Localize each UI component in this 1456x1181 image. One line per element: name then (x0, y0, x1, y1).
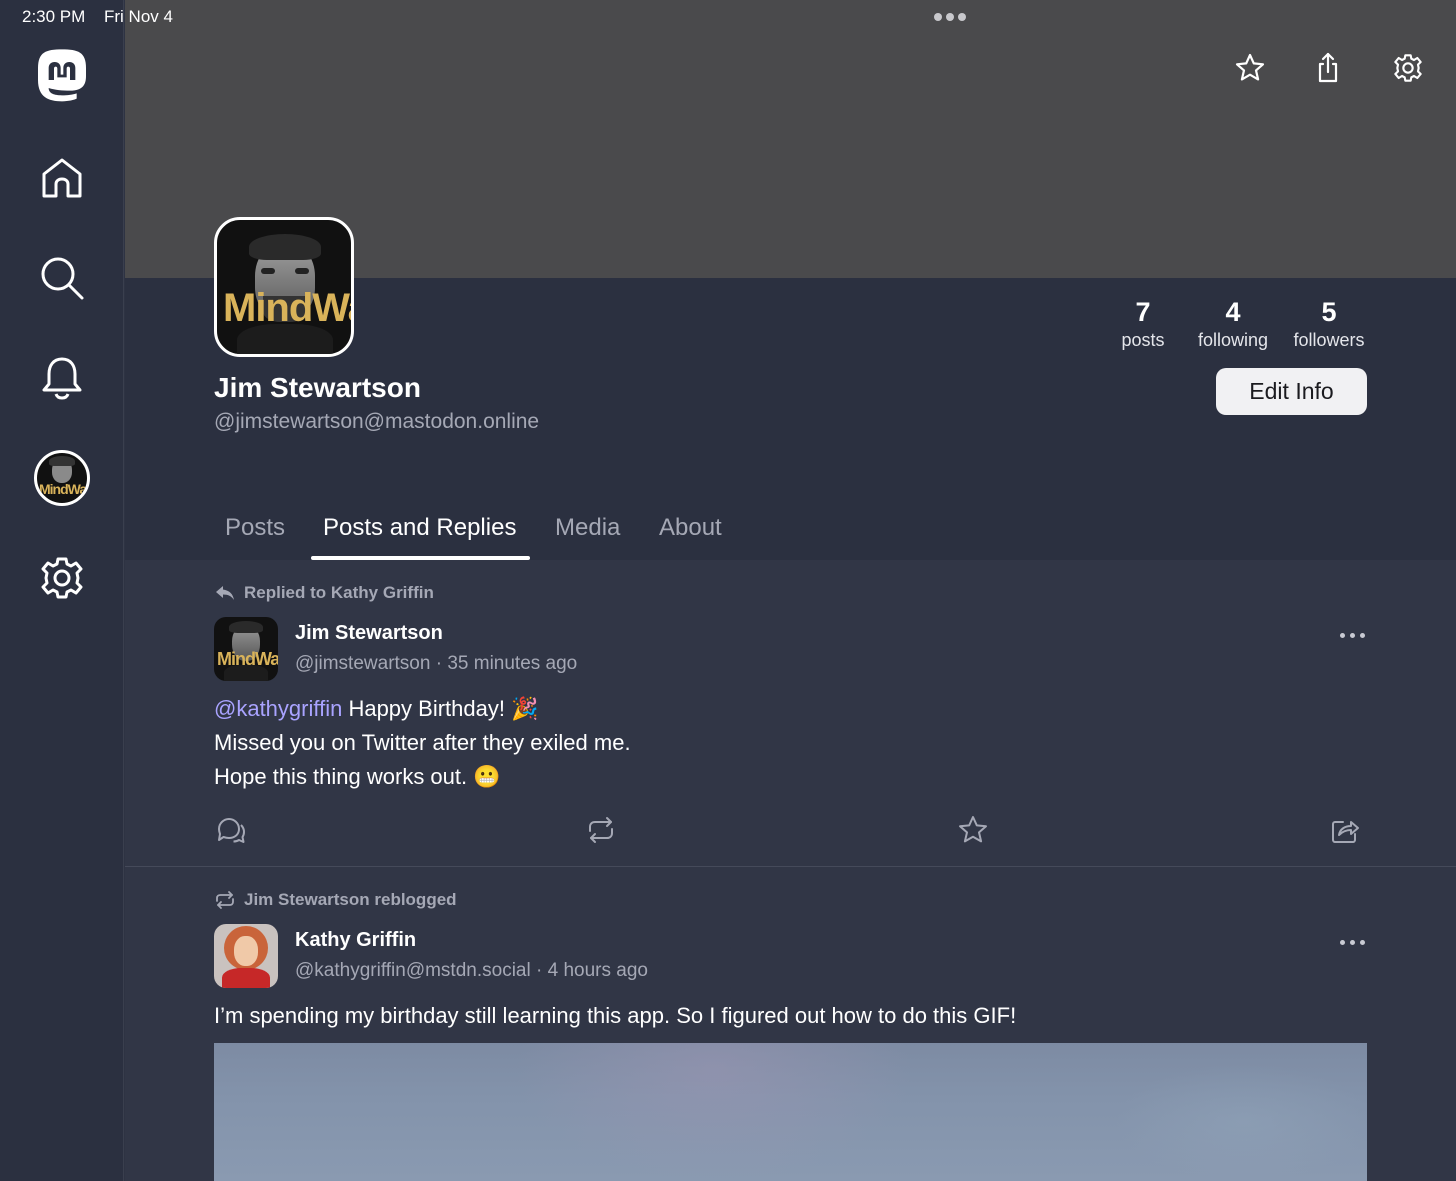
tab-posts[interactable]: Posts (225, 514, 285, 542)
stat-followers[interactable]: 5 followers (1286, 296, 1372, 352)
stat-posts[interactable]: 7 posts (1112, 296, 1174, 352)
profile-avatar-large[interactable]: MindWar (214, 217, 354, 357)
post-author-avatar[interactable] (214, 924, 278, 988)
avatar-logo-text: MindWar (223, 286, 351, 330)
profile-name: Jim Stewartson (214, 372, 421, 403)
post-content: @kathygriffin Happy Birthday! 🎉 Missed y… (214, 696, 631, 789)
home-icon[interactable] (22, 138, 102, 218)
post-context: Replied to Kathy Griffin (214, 582, 434, 604)
post-author-name[interactable]: Kathy Griffin (295, 929, 416, 952)
sidebar: MindWar (0, 0, 124, 1181)
status-bar: 2:30 PM Fri Nov 4 (0, 0, 1456, 34)
post-meta: @jimstewartson · 35 minutes ago (295, 653, 578, 674)
more-options-button[interactable] (1332, 625, 1372, 645)
status-date: Fri Nov 4 (104, 7, 173, 26)
favorite-icon[interactable] (953, 810, 993, 850)
gear-icon[interactable] (1386, 46, 1430, 90)
bell-icon[interactable] (22, 338, 102, 418)
gear-icon[interactable] (22, 538, 102, 618)
reply-arrow-icon (216, 586, 234, 600)
post-divider (125, 866, 1456, 867)
mention-link[interactable]: @kathygriffin (214, 696, 342, 721)
stat-following[interactable]: 4 following (1190, 296, 1276, 352)
boost-icon[interactable] (581, 810, 621, 850)
profile-handle: @jimstewartson@mastodon.online (214, 410, 540, 433)
star-icon[interactable] (1228, 46, 1272, 90)
status-time: 2:30 PM (22, 7, 86, 26)
post-meta: @kathygriffin@mstdn.social · 4 hours ago (295, 960, 648, 981)
mastodon-logo-icon (22, 36, 102, 116)
search-icon[interactable] (22, 238, 102, 318)
share-icon[interactable] (1306, 46, 1350, 90)
post-context: Jim Stewartson reblogged (214, 889, 457, 911)
tab-media[interactable]: Media (555, 514, 620, 542)
profile-avatar[interactable]: MindWar (22, 438, 102, 518)
reply-icon[interactable] (211, 810, 251, 850)
multitask-handle[interactable] (934, 13, 966, 21)
more-options-button[interactable] (1332, 932, 1372, 952)
tab-about[interactable]: About (659, 514, 722, 542)
boost-small-icon (216, 891, 234, 909)
post-author-avatar[interactable]: MindWar (214, 617, 278, 681)
share-icon[interactable] (1325, 810, 1365, 850)
edit-info-button[interactable]: Edit Info (1216, 368, 1367, 415)
post-author-name[interactable]: Jim Stewartson (295, 622, 443, 645)
gif-media-preview[interactable] (214, 1043, 1367, 1181)
tab-posts-and-replies[interactable]: Posts and Replies (323, 514, 516, 542)
post-content: I’m spending my birthday still learning … (214, 1003, 1017, 1028)
